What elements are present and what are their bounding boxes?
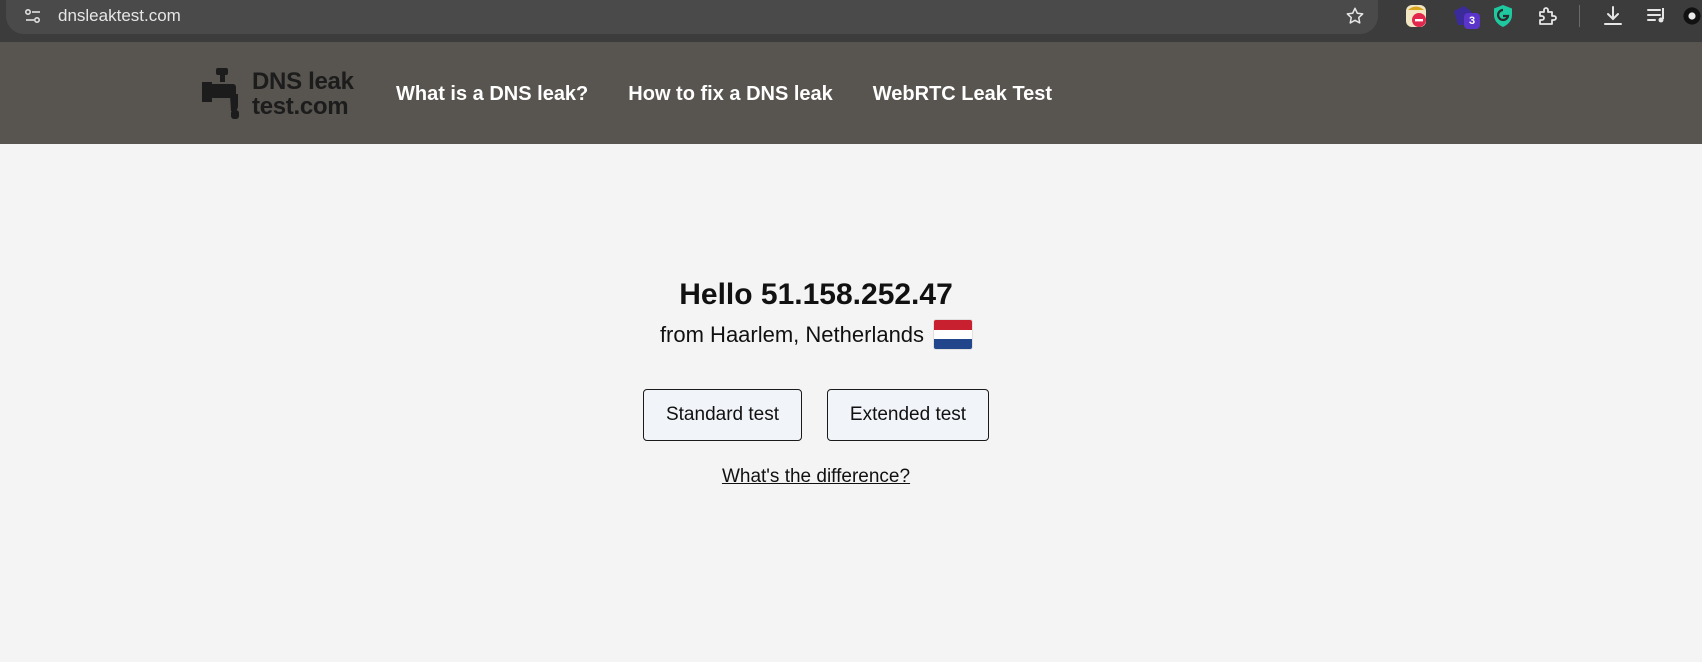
location-text: from Haarlem, Netherlands (659, 321, 925, 347)
nav-how-to-fix[interactable]: How to fix a DNS leak (628, 80, 833, 108)
location-line: from Haarlem, Netherlands (0, 320, 1632, 349)
logo-line2: test.com (252, 93, 349, 120)
netherlands-flag-icon (934, 320, 973, 349)
url-text[interactable]: dnsleaktest.com (58, 4, 181, 28)
nav-what-is-dns-leak[interactable]: What is a DNS leak? (396, 80, 588, 108)
flag-stripe-blue (934, 339, 973, 349)
logo-text: DNS leak test.com (252, 69, 354, 119)
site-logo[interactable]: DNS leak test.com (202, 66, 370, 122)
flag-stripe-red (934, 320, 973, 330)
faucet-icon (202, 68, 239, 119)
site-info-icon[interactable] (18, 4, 48, 28)
bookmark-star-icon[interactable] (1340, 2, 1370, 30)
extended-test-button[interactable]: Extended test (827, 389, 989, 441)
extension-badge: 3 (1464, 13, 1480, 29)
profile-avatar[interactable] (1682, 0, 1702, 32)
toolbar-separator (1579, 5, 1580, 27)
site-header: DNS leak test.com What is a DNS leak? Ho… (0, 42, 1702, 144)
browser-toolbar: dnsleaktest.com 3 (0, 0, 1702, 42)
puzzle-extensions-icon[interactable] (1530, 0, 1564, 32)
difference-link[interactable]: What's the difference? (0, 466, 1632, 488)
main-nav: What is a DNS leak? How to fix a DNS lea… (396, 80, 1092, 108)
download-icon[interactable] (1596, 0, 1630, 32)
nav-webrtc-leak-test[interactable]: WebRTC Leak Test (873, 80, 1052, 108)
media-queue-icon[interactable] (1640, 0, 1674, 32)
standard-test-button[interactable]: Standard test (643, 389, 802, 441)
address-bar[interactable]: dnsleaktest.com (6, 0, 1378, 34)
main-content: Hello 51.158.252.47 from Haarlem, Nether… (0, 144, 1702, 662)
flag-stripe-white (934, 329, 973, 340)
purple-extension-icon[interactable]: 3 (1446, 0, 1480, 32)
logo-line1: DNS leak (252, 68, 354, 95)
shield-extension-icon[interactable] (1486, 0, 1520, 32)
adblock-extension-icon[interactable] (1400, 0, 1434, 32)
hello-ip-heading: Hello 51.158.252.47 (679, 278, 953, 311)
